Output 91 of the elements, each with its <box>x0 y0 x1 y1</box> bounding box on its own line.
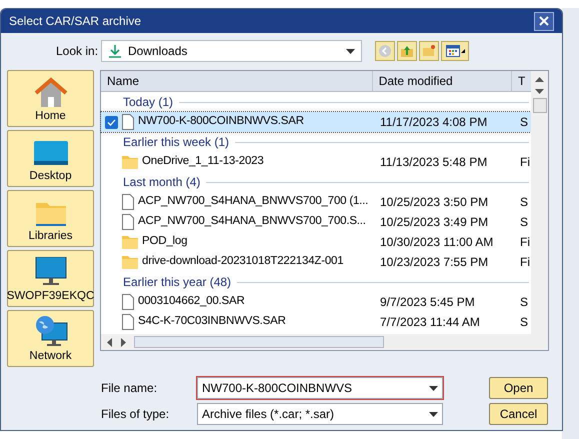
file-name: OneDrive_1_11-13-2023 <box>142 154 264 170</box>
group-header[interactable]: Earlier this week (1) <box>123 133 230 151</box>
table-cell-text: S <box>519 294 528 311</box>
caret-icon <box>429 412 438 416</box>
table-cell-text: S <box>519 314 528 331</box>
horizontal-scrollbar[interactable] <box>101 334 548 350</box>
file-row[interactable]: NW700-K-800COINBNWVS.SAR 11/17/2023 4:08 PM S <box>101 112 531 132</box>
date-modified: 7/7/2023 11:44 AM <box>379 314 481 331</box>
table-cell-text: Fi <box>519 234 530 251</box>
file-name: drive-download-20231018T222134Z-001 <box>142 254 344 270</box>
scroll-left-icon <box>107 338 112 346</box>
file-icon <box>122 214 134 230</box>
caret-icon <box>429 386 438 390</box>
computer-icon <box>34 257 66 287</box>
download-icon <box>108 44 122 58</box>
group-header[interactable]: Earlier this year (48) <box>123 273 232 291</box>
table-cell-text: Fi <box>519 154 530 171</box>
folder-icon <box>122 156 138 168</box>
file-row[interactable]: S4C-K-70C03INBNWVS.SAR 7/7/2023 11:44 AM S <box>101 312 531 332</box>
file-name: S4C-K-70C03INBNWVS.SAR <box>138 314 286 330</box>
close-button[interactable] <box>534 12 554 30</box>
file-icon <box>122 294 134 310</box>
date-modified: 11/13/2023 5:48 PM <box>379 154 488 171</box>
close-icon <box>539 16 549 26</box>
checkbox[interactable] <box>105 116 118 128</box>
date-modified: 10/25/2023 3:50 PM <box>379 194 490 211</box>
scroll-right-icon <box>121 338 126 346</box>
group-header[interactable]: Today (1) <box>123 93 174 111</box>
table-cell-text: Fi <box>519 254 530 271</box>
window-title: Select CAR/SAR archive <box>9 13 142 30</box>
column-header[interactable]: T <box>512 71 532 91</box>
look-in-value: Downloads <box>128 43 188 60</box>
dialog-button[interactable]: Cancel <box>489 403 548 425</box>
scroll-down-icon <box>535 89 544 94</box>
place-button[interactable]: Home <box>7 70 94 127</box>
folder-icon <box>122 256 138 268</box>
new-folder-button[interactable] <box>419 41 439 61</box>
file-row[interactable]: ACP_NW700_S4HANA_BNWVS700_700 (1... 10/25/2023 3:50 PM S <box>101 192 531 212</box>
file-row[interactable]: OneDrive_1_11-13-2023 11/13/2023 5:48 PM Fi <box>101 152 531 172</box>
checkmark-icon <box>107 118 116 126</box>
folder-up-arrow-icon <box>400 44 414 58</box>
folder-icon <box>36 201 66 227</box>
file-icon <box>122 314 134 330</box>
table-cell-text: S <box>519 194 528 211</box>
date-modified: 11/17/2023 4:08 PM <box>379 114 488 131</box>
file-row[interactable]: drive-download-20231018T222134Z-001 10/23/2023 7:55 PM Fi <box>101 252 531 272</box>
place-button[interactable]: Desktop <box>7 130 94 187</box>
file-icon <box>122 194 134 210</box>
file-name: POD_log <box>142 234 188 250</box>
view-menu-button[interactable] <box>441 41 469 61</box>
date-modified: 9/7/2023 5:45 PM <box>379 294 476 311</box>
look-in-dropdown[interactable]: Downloads <box>101 40 362 62</box>
scroll-up-icon <box>535 77 544 82</box>
file-type-dropdown[interactable]: Archive files (*.car; *.sar) <box>197 403 443 425</box>
table-cell-text: S <box>519 114 528 131</box>
vertical-scrollbar[interactable] <box>531 71 548 334</box>
file-row[interactable]: ACP_NW700_S4HANA_BNWVS700_700.S... 10/25/2023 3:49 PM S <box>101 212 531 232</box>
column-header[interactable]: Name <box>101 71 373 91</box>
network-computer-icon <box>34 315 68 347</box>
file-name: 0003104662_00.SAR <box>138 294 245 310</box>
file-type-label: Files of type: <box>101 406 170 423</box>
monitor-icon <box>34 141 68 167</box>
date-modified: 10/23/2023 7:55 PM <box>379 254 490 271</box>
date-modified: 10/30/2023 11:00 AM <box>379 234 494 251</box>
place-button[interactable]: Libraries <box>7 190 94 247</box>
group-header[interactable]: Last month (4) <box>123 173 200 191</box>
folder-icon <box>122 236 138 248</box>
house-icon <box>34 77 68 107</box>
scrollbar-thumb[interactable] <box>532 98 546 113</box>
dialog-button[interactable]: Open <box>489 377 548 399</box>
file-name: ACP_NW700_S4HANA_BNWVS700_700 (1... <box>138 194 368 210</box>
place-button[interactable]: Network <box>7 310 94 367</box>
scrollbar-thumb[interactable] <box>134 336 384 348</box>
file-name-label: File name: <box>101 380 158 397</box>
view-grid-icon <box>446 45 460 57</box>
file-icon <box>122 114 134 130</box>
dropdown-corner-icon <box>460 49 464 53</box>
file-row[interactable]: POD_log 10/30/2023 11:00 AM Fi <box>101 232 531 252</box>
back-button[interactable] <box>375 41 395 61</box>
table-cell-text: S <box>519 214 528 231</box>
file-name: ACP_NW700_S4HANA_BNWVS700_700.S... <box>138 214 366 230</box>
look-in-label: Look in: <box>56 43 100 60</box>
file-name: NW700-K-800COINBNWVS.SAR <box>138 114 304 130</box>
place-button[interactable]: SWOPF39EKQC <box>7 250 94 307</box>
caret-icon <box>346 48 355 54</box>
up-folder-button[interactable] <box>397 41 417 61</box>
file-row[interactable]: 0003104662_00.SAR 9/7/2023 5:45 PM S <box>101 292 531 312</box>
date-modified: 10/25/2023 3:49 PM <box>379 214 490 231</box>
column-header[interactable]: Date modified <box>372 71 512 91</box>
new-folder-icon <box>422 44 436 58</box>
file-name-field[interactable]: NW700-K-800COINBNWVS <box>197 377 443 399</box>
